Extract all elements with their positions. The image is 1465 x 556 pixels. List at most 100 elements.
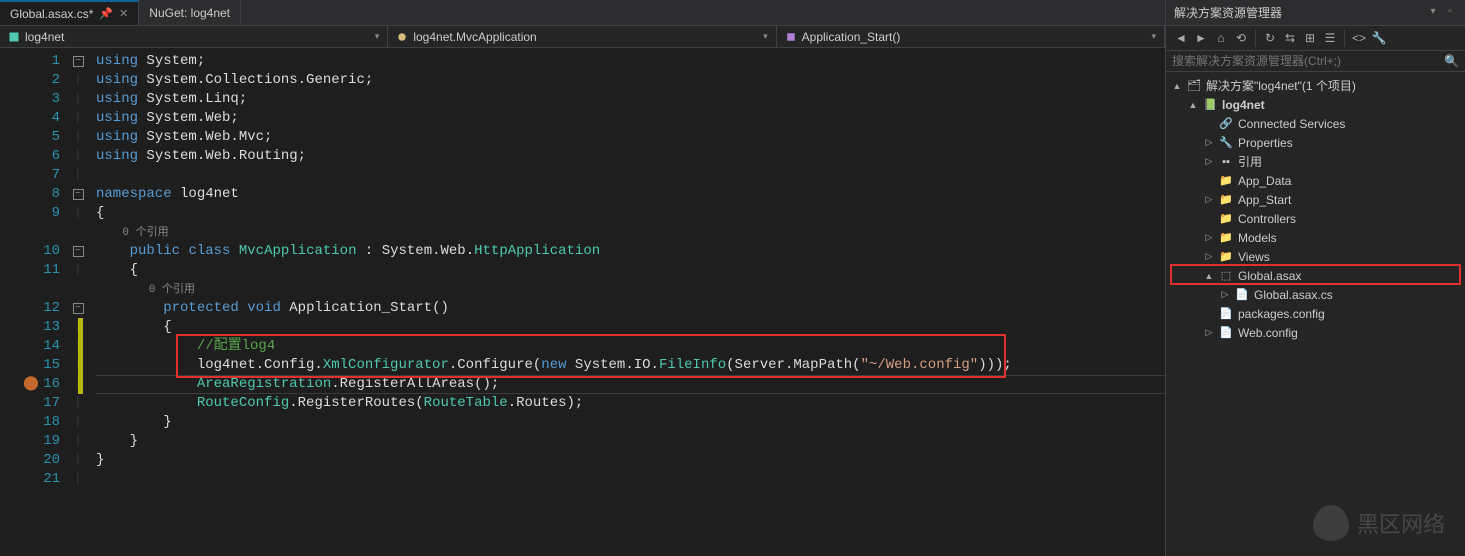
- expand-arrow-icon[interactable]: ▷: [1204, 251, 1214, 262]
- home-icon[interactable]: ⌂: [1212, 29, 1230, 47]
- tree-node-label: packages.config: [1238, 307, 1325, 321]
- dropdown-icon[interactable]: ▾: [1426, 6, 1440, 20]
- tree-node------log4net--1-----[interactable]: ▲ 🗂 解决方案"log4net"(1 个项目): [1166, 76, 1465, 95]
- solution-explorer: 解决方案资源管理器 ▾ ▫ ◄ ► ⌂ ⟲ ↻ ⇆ ⊞ ☰ <> 🔧 🔍 ▲ 🗂 解…: [1165, 0, 1465, 556]
- code-line: }: [96, 451, 1165, 470]
- nav-method-label: Application_Start(): [802, 30, 901, 44]
- folder-icon: 📁: [1219, 193, 1233, 207]
- tree-node-web-config[interactable]: ▷📄Web.config: [1166, 323, 1465, 342]
- code-line: }: [96, 432, 1165, 451]
- tree-node-label: 引用: [1238, 153, 1262, 170]
- code-area[interactable]: 123456789101112131415161718192021 −│││││…: [0, 48, 1165, 556]
- properties-icon[interactable]: ☰: [1321, 29, 1339, 47]
- forward-icon[interactable]: ►: [1192, 29, 1210, 47]
- tree-node-views[interactable]: ▷📁Views: [1166, 247, 1465, 266]
- project-icon: [8, 31, 20, 43]
- folder-icon: 📁: [1219, 212, 1233, 226]
- folder-icon: 📁: [1219, 250, 1233, 264]
- fold-toggle[interactable]: −: [73, 189, 84, 200]
- folder-icon: 📁: [1219, 231, 1233, 245]
- code-line: using System.Linq;: [96, 90, 1165, 109]
- tree-node-models[interactable]: ▷ 📁 Models: [1166, 228, 1465, 247]
- code-navbar: log4net ▾ log4net.MvcApplication ▾ Appli…: [0, 26, 1165, 48]
- expand-arrow-icon[interactable]: ▷: [1204, 137, 1214, 148]
- expand-arrow-icon[interactable]: ▲: [1172, 81, 1182, 91]
- expand-arrow-icon[interactable]: ▷: [1204, 194, 1214, 205]
- change-indicator: [78, 356, 83, 375]
- tree-node-label: App_Data: [1238, 174, 1291, 188]
- code-line: AreaRegistration.RegisterAllAreas();: [96, 375, 1165, 394]
- close-icon[interactable]: ✕: [119, 7, 128, 20]
- expand-arrow-icon[interactable]: ▲: [1188, 100, 1198, 110]
- code-line: public class MvcApplication : System.Web…: [96, 242, 1165, 261]
- tree-node-label: 解决方案"log4net"(1 个项目): [1206, 77, 1356, 94]
- solution-explorer-title: 解决方案资源管理器 ▾ ▫: [1166, 0, 1465, 26]
- expand-arrow-icon[interactable]: ▲: [1204, 271, 1214, 281]
- code-content[interactable]: using System;using System.Collections.Ge…: [86, 48, 1165, 556]
- collapse-icon[interactable]: ⇆: [1281, 29, 1299, 47]
- nav-project[interactable]: log4net ▾: [0, 26, 388, 47]
- fold-toggle[interactable]: −: [73, 56, 84, 67]
- code-line: RouteConfig.RegisterRoutes(RouteTable.Ro…: [96, 394, 1165, 413]
- tree-node-app-start[interactable]: ▷ 📁 App_Start: [1166, 190, 1465, 209]
- tree-node-label: Global.asax.cs: [1254, 288, 1333, 302]
- pin-icon[interactable]: ▫: [1443, 6, 1457, 20]
- code-line: using System.Web.Routing;: [96, 147, 1165, 166]
- code-icon[interactable]: <>: [1350, 29, 1368, 47]
- line-number-gutter: 123456789101112131415161718192021: [0, 48, 70, 556]
- code-line: }: [96, 413, 1165, 432]
- breakpoint-icon[interactable]: ⬤: [22, 375, 40, 394]
- nav-method[interactable]: Application_Start() ▾: [777, 26, 1165, 47]
- ref-icon: ▪▪: [1219, 155, 1233, 169]
- code-line: [96, 470, 1165, 489]
- sync-icon[interactable]: ⟲: [1232, 29, 1250, 47]
- tab-bar: Global.asax.cs* 📌 ✕ NuGet: log4net: [0, 0, 1165, 26]
- solution-explorer-toolbar: ◄ ► ⌂ ⟲ ↻ ⇆ ⊞ ☰ <> 🔧: [1166, 26, 1465, 51]
- solution-explorer-title-text: 解决方案资源管理器: [1174, 4, 1282, 21]
- tree-node-global-asax[interactable]: ▲⬚Global.asax: [1166, 266, 1465, 285]
- code-line: using System.Web;: [96, 109, 1165, 128]
- editor-pane: Global.asax.cs* 📌 ✕ NuGet: log4net log4net …: [0, 0, 1165, 556]
- chevron-down-icon: ▾: [375, 31, 380, 42]
- tree-node-label: Controllers: [1238, 212, 1296, 226]
- tree-node-connected-services[interactable]: 🔗Connected Services: [1166, 114, 1465, 133]
- fold-toggle[interactable]: −: [73, 303, 84, 314]
- wrench-icon[interactable]: 🔧: [1370, 29, 1388, 47]
- nav-class[interactable]: log4net.MvcApplication ▾: [388, 26, 776, 47]
- tree-node-packages-config[interactable]: 📄packages.config: [1166, 304, 1465, 323]
- code-line: {: [96, 318, 1165, 337]
- tree-node---[interactable]: ▷ ▪▪ 引用: [1166, 152, 1465, 171]
- tree-node-controllers[interactable]: 📁 Controllers: [1166, 209, 1465, 228]
- chevron-down-icon: ▾: [763, 31, 768, 42]
- tab-label: Global.asax.cs*: [10, 7, 93, 21]
- show-all-icon[interactable]: ⊞: [1301, 29, 1319, 47]
- expand-arrow-icon[interactable]: ▷: [1204, 232, 1214, 243]
- tree-node-label: Global.asax: [1238, 269, 1301, 283]
- back-icon[interactable]: ◄: [1172, 29, 1190, 47]
- code-line: protected void Application_Start(): [96, 299, 1165, 318]
- tree-node-label: App_Start: [1238, 193, 1291, 207]
- tree-node-log4net[interactable]: ▲📗log4net: [1166, 95, 1465, 114]
- class-icon: [396, 31, 408, 43]
- expand-arrow-icon[interactable]: ▷: [1204, 327, 1214, 338]
- wrench-icon: 🔧: [1219, 136, 1233, 150]
- tree-node-app-data[interactable]: 📁App_Data: [1166, 171, 1465, 190]
- link-icon: 🔗: [1219, 117, 1233, 131]
- fold-toggle[interactable]: −: [73, 246, 84, 257]
- solution-search-input[interactable]: [1172, 54, 1438, 68]
- reference-count: 0 个引用: [96, 280, 1165, 299]
- sln-icon: 🗂: [1187, 79, 1201, 93]
- pin-icon[interactable]: 📌: [99, 7, 113, 20]
- refresh-icon[interactable]: ↻: [1261, 29, 1279, 47]
- search-icon[interactable]: 🔍: [1444, 54, 1459, 68]
- tab-nuget--log4net[interactable]: NuGet: log4net: [139, 0, 241, 25]
- tab-global-asax-cs-[interactable]: Global.asax.cs* 📌 ✕: [0, 0, 139, 25]
- expand-arrow-icon[interactable]: ▷: [1204, 156, 1214, 167]
- tree-node-properties[interactable]: ▷🔧Properties: [1166, 133, 1465, 152]
- cs-icon: 📄: [1235, 288, 1249, 302]
- solution-tree[interactable]: ▲ 🗂 解决方案"log4net"(1 个项目)▲📗log4net🔗Connecte…: [1166, 72, 1465, 556]
- solution-search[interactable]: 🔍: [1166, 51, 1465, 72]
- tree-node-label: Models: [1238, 231, 1277, 245]
- expand-arrow-icon[interactable]: ▷: [1220, 289, 1230, 300]
- tree-node-global-asax-cs[interactable]: ▷ 📄 Global.asax.cs: [1166, 285, 1465, 304]
